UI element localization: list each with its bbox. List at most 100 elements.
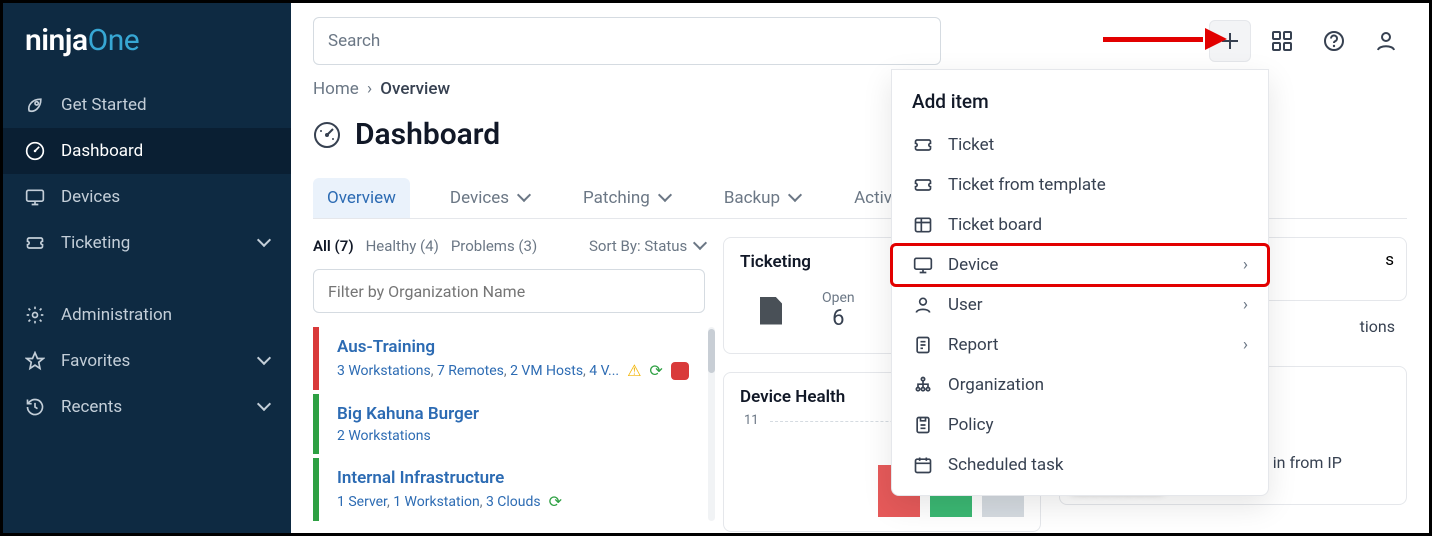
menu-item-scheduled-task[interactable]: Scheduled task [892,445,1268,485]
menu-item-label: Device [948,255,998,275]
org-sub-link[interactable]: 3 Workstations [337,363,431,379]
chevron-down-icon [255,233,269,253]
org-sub-link[interactable]: 1 Workstation [393,494,480,510]
menu-item-ticket-from-template[interactable]: Ticket from template [892,165,1268,205]
menu-item-ticket-board[interactable]: Ticket board [892,205,1268,245]
help-button[interactable] [1313,20,1355,62]
org-filter-input[interactable] [313,269,705,313]
user-icon [912,294,934,316]
chevron-down-icon [656,188,670,208]
scroll-track[interactable] [708,327,715,521]
filter-problems[interactable]: Problems (3) [451,237,537,255]
open-label: Open [822,290,855,306]
menu-item-user[interactable]: User› [892,285,1268,325]
ticket-icon [912,134,934,156]
sidebar-item-label: Administration [61,305,172,325]
topbar: Search [291,3,1429,79]
org-name[interactable]: Internal Infrastructure [337,468,693,488]
chevron-right-icon: › [367,79,372,99]
tab-label: Devices [450,188,509,208]
org-icon [912,374,934,396]
add-button[interactable] [1209,20,1251,62]
chevron-down-icon [786,188,800,208]
org-item[interactable]: Aus-Training 3 Workstations, 7 Remotes, 2… [313,327,705,390]
tab-label: Overview [327,188,396,208]
org-sub: 1 Server, 1 Workstation, 3 Clouds [337,494,541,510]
sidebar-item-administration[interactable]: Administration [3,292,291,338]
sidebar-item-label: Dashboard [61,141,143,161]
menu-item-label: Ticket [948,135,994,155]
tab-devices[interactable]: Devices [436,178,543,218]
gear-icon [25,305,45,325]
menu-item-report[interactable]: Report› [892,325,1268,365]
open-tickets-stat[interactable]: Open 6 [822,290,855,331]
add-item-menu: Add item TicketTicket from templateTicke… [891,69,1269,496]
chevron-right-icon: › [1243,335,1248,355]
profile-button[interactable] [1365,20,1407,62]
org-name[interactable]: Aus-Training [337,337,693,357]
tab-patching[interactable]: Patching [569,178,684,218]
page-title: Dashboard [355,117,500,152]
logo: ninjaOne [3,3,291,82]
sidebar-item-dashboard[interactable]: Dashboard [3,128,291,174]
org-sub-link[interactable]: 4 V... [589,363,619,379]
org-sub-link[interactable]: 3 Clouds [486,494,541,510]
org-item[interactable]: Big Kahuna Burger 2 Workstations [313,394,705,454]
ticket-icon [25,233,45,253]
sidebar-item-devices[interactable]: Devices [3,174,291,220]
scroll-thumb[interactable] [708,329,715,373]
chevron-down-icon [255,397,269,417]
menu-item-label: Ticket board [948,215,1042,235]
sync-icon: ⟳ [549,492,562,511]
board-icon [912,214,934,236]
history-icon [25,397,45,417]
sidebar-item-label: Devices [61,187,120,207]
sort-select[interactable]: Status [644,237,705,255]
sort-label: Sort By: [589,237,641,255]
logo-text-left: ninja [25,23,88,58]
menu-item-policy[interactable]: Policy [892,405,1268,445]
menu-item-label: User [948,295,983,315]
tab-overview[interactable]: Overview [313,178,410,218]
tab-backup[interactable]: Backup [710,178,814,218]
chevron-right-icon: › [1243,255,1248,275]
sidebar-item-favorites[interactable]: Favorites [3,338,291,384]
calendar-icon [912,454,934,476]
help-icon [1323,30,1345,52]
chevron-down-icon [255,351,269,371]
user-icon [1375,30,1397,52]
menu-item-ticket[interactable]: Ticket [892,125,1268,165]
sidebar-item-get-started[interactable]: Get Started [3,82,291,128]
sidebar-item-recents[interactable]: Recents [3,384,291,430]
y-axis-tick: 11 [744,413,759,428]
alert-badge [671,362,689,380]
sidebar-item-label: Recents [61,397,122,417]
menu-item-device[interactable]: Device › [892,245,1268,285]
org-sub-link[interactable]: 2 VM Hosts [510,363,583,379]
org-sub-link[interactable]: 2 Workstations [337,428,431,444]
rocket-icon [25,95,45,115]
document-icon [760,297,782,325]
filter-all[interactable]: All (7) [313,237,354,255]
sidebar-item-label: Get Started [61,95,147,115]
org-sub: 3 Workstations, 7 Remotes, 2 VM Hosts, 4… [337,363,619,379]
org-item[interactable]: Internal Infrastructure 1 Server, 1 Works… [313,458,705,521]
ticket-icon [912,174,934,196]
apps-button[interactable] [1261,20,1303,62]
menu-item-organization[interactable]: Organization [892,365,1268,405]
sidebar-item-label: Ticketing [61,233,130,253]
star-icon [25,351,45,371]
org-sub-link[interactable]: 1 Server [337,494,387,510]
search-input[interactable]: Search [313,17,941,65]
breadcrumb-home[interactable]: Home [313,79,359,99]
org-sub-link[interactable]: 7 Remotes [437,363,504,379]
policy-icon [912,414,934,436]
sidebar-item-ticketing[interactable]: Ticketing [3,220,291,266]
sync-icon: ⟳ [649,361,662,380]
filter-healthy[interactable]: Healthy (4) [366,237,439,255]
org-name[interactable]: Big Kahuna Burger [337,404,693,424]
monitor-icon [25,187,45,207]
monitor-icon [912,254,934,276]
tab-label: Patching [583,188,650,208]
open-value: 6 [822,306,855,331]
